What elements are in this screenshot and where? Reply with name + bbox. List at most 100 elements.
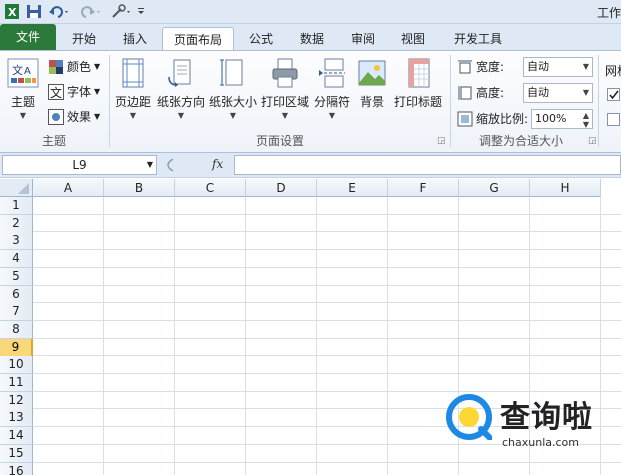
- name-box[interactable]: L9 ▼: [2, 155, 157, 175]
- fonts-icon: 文: [48, 84, 64, 100]
- height-icon: [458, 86, 472, 100]
- column-header[interactable]: E: [317, 179, 388, 197]
- print-area-button[interactable]: 打印区域 ▼: [260, 55, 310, 129]
- stepper-down-icon[interactable]: ▼: [583, 116, 589, 134]
- gridline-horizontal: [33, 249, 621, 250]
- chevron-down-icon: ▼: [229, 111, 237, 120]
- row-header[interactable]: 14: [0, 427, 33, 445]
- breaks-icon: [319, 58, 345, 88]
- scale-group-label: 调整为合适大小: [478, 134, 563, 148]
- gridline-vertical: [174, 197, 175, 475]
- row-header[interactable]: 4: [0, 250, 33, 268]
- gridline-horizontal: [33, 231, 621, 232]
- formula-input[interactable]: [234, 155, 621, 175]
- tab-page-layout[interactable]: 页面布局: [162, 27, 234, 52]
- chevron-down-icon: ▼: [94, 87, 101, 96]
- tab-review[interactable]: 审阅: [340, 27, 386, 51]
- breaks-button[interactable]: 分隔符 ▼: [312, 55, 352, 129]
- tools-icon[interactable]: [110, 3, 132, 20]
- watermark-url: chaxunla.com: [502, 436, 579, 449]
- formula-bar: L9 ▼ fx: [0, 153, 621, 178]
- orientation-icon: [168, 59, 191, 87]
- scale-launcher-icon[interactable]: ◲: [588, 136, 597, 146]
- chevron-down-icon: ▼: [281, 111, 289, 120]
- row-header[interactable]: 10: [0, 356, 33, 374]
- row-header[interactable]: 11: [0, 374, 33, 392]
- watermark-logo: [446, 394, 492, 440]
- redo-icon[interactable]: [80, 3, 102, 20]
- scale-icon: [457, 111, 473, 127]
- select-all-triangle-icon: [18, 183, 29, 194]
- row-header[interactable]: 12: [0, 392, 33, 410]
- background-button[interactable]: 背景: [354, 55, 390, 129]
- select-all-corner[interactable]: [0, 179, 33, 197]
- tab-view[interactable]: 视图: [390, 27, 436, 51]
- ribbon-tabs: 文件 开始 插入 页面布局 公式 数据 审阅 视图 开发工具: [0, 24, 621, 52]
- row-header[interactable]: 6: [0, 286, 33, 304]
- column-header[interactable]: G: [459, 179, 530, 197]
- gridlines-print-checkbox[interactable]: [607, 113, 620, 126]
- formula-bar-splitter-icon[interactable]: [161, 157, 175, 173]
- gridline-horizontal: [33, 462, 621, 463]
- save-icon[interactable]: [26, 3, 42, 20]
- tab-data[interactable]: 数据: [288, 27, 336, 51]
- row-header[interactable]: 15: [0, 445, 33, 463]
- gridline-horizontal: [33, 285, 621, 286]
- excel-logo-icon: X: [5, 4, 19, 19]
- gridline-vertical: [316, 197, 317, 475]
- orientation-button[interactable]: 纸张方向 ▼: [155, 55, 207, 129]
- tab-insert[interactable]: 插入: [112, 27, 158, 51]
- width-select[interactable]: 自动 ▼: [523, 57, 593, 77]
- svg-text:文: 文: [12, 63, 23, 77]
- row-header[interactable]: 2: [0, 215, 33, 233]
- height-select[interactable]: 自动 ▼: [523, 83, 593, 103]
- print-titles-button[interactable]: 打印标题: [392, 55, 444, 129]
- scale-stepper[interactable]: 100% ▲ ▼: [531, 109, 593, 129]
- column-header[interactable]: D: [246, 179, 317, 197]
- chevron-down-icon: ▼: [177, 111, 185, 120]
- window-title: 工作: [596, 6, 621, 20]
- column-header[interactable]: A: [33, 179, 104, 197]
- row-header-selected[interactable]: 9: [0, 339, 33, 357]
- themes-button[interactable]: 文 A 主题 ▼: [2, 55, 44, 129]
- row-header[interactable]: 3: [0, 232, 33, 250]
- customize-qat-icon[interactable]: [136, 3, 146, 20]
- paper-size-button[interactable]: 纸张大小 ▼: [207, 55, 259, 129]
- page-setup-launcher-icon[interactable]: ◲: [437, 136, 446, 146]
- tab-formulas[interactable]: 公式: [238, 27, 284, 51]
- row-header[interactable]: 13: [0, 409, 33, 427]
- group-separator: [450, 55, 451, 147]
- chevron-down-icon: ▼: [129, 111, 137, 120]
- themes-icon: 文 A: [7, 58, 39, 88]
- column-header[interactable]: F: [388, 179, 459, 197]
- column-header[interactable]: C: [175, 179, 246, 197]
- ribbon-page-layout: 文 A 主题 ▼ 颜色 ▼ 文 字体 ▼ 效果 ▼ 主题 页边距 ▼ 纸张方向 …: [0, 50, 621, 153]
- tab-home[interactable]: 开始: [60, 27, 108, 51]
- gridline-horizontal: [33, 338, 621, 339]
- undo-icon[interactable]: [48, 3, 70, 20]
- chevron-down-icon: ▼: [582, 62, 589, 71]
- margins-icon: [122, 58, 144, 88]
- tab-developer[interactable]: 开发工具: [440, 27, 516, 51]
- tab-file[interactable]: 文件: [0, 24, 56, 51]
- group-separator: [598, 55, 599, 147]
- gridlines-view-checkbox[interactable]: [607, 88, 620, 101]
- gridlines-label: 网格: [605, 64, 621, 78]
- margins-button[interactable]: 页边距 ▼: [113, 55, 153, 129]
- gridline-horizontal: [33, 214, 621, 215]
- paper-size-icon: [220, 59, 243, 86]
- row-header[interactable]: 1: [0, 197, 33, 215]
- background-image-icon: [358, 60, 386, 86]
- column-header[interactable]: B: [104, 179, 175, 197]
- svg-text:X: X: [8, 6, 17, 19]
- insert-function-icon[interactable]: fx: [212, 157, 223, 171]
- row-header[interactable]: 7: [0, 303, 33, 321]
- row-header[interactable]: 16: [0, 463, 33, 475]
- column-header[interactable]: H: [530, 179, 601, 197]
- row-header[interactable]: 8: [0, 321, 33, 339]
- quick-access-toolbar: X 工作: [0, 0, 621, 24]
- chevron-down-icon: ▼: [146, 160, 153, 169]
- print-area-icon: [272, 58, 298, 88]
- row-header[interactable]: 5: [0, 268, 33, 286]
- gridline-vertical: [387, 197, 388, 475]
